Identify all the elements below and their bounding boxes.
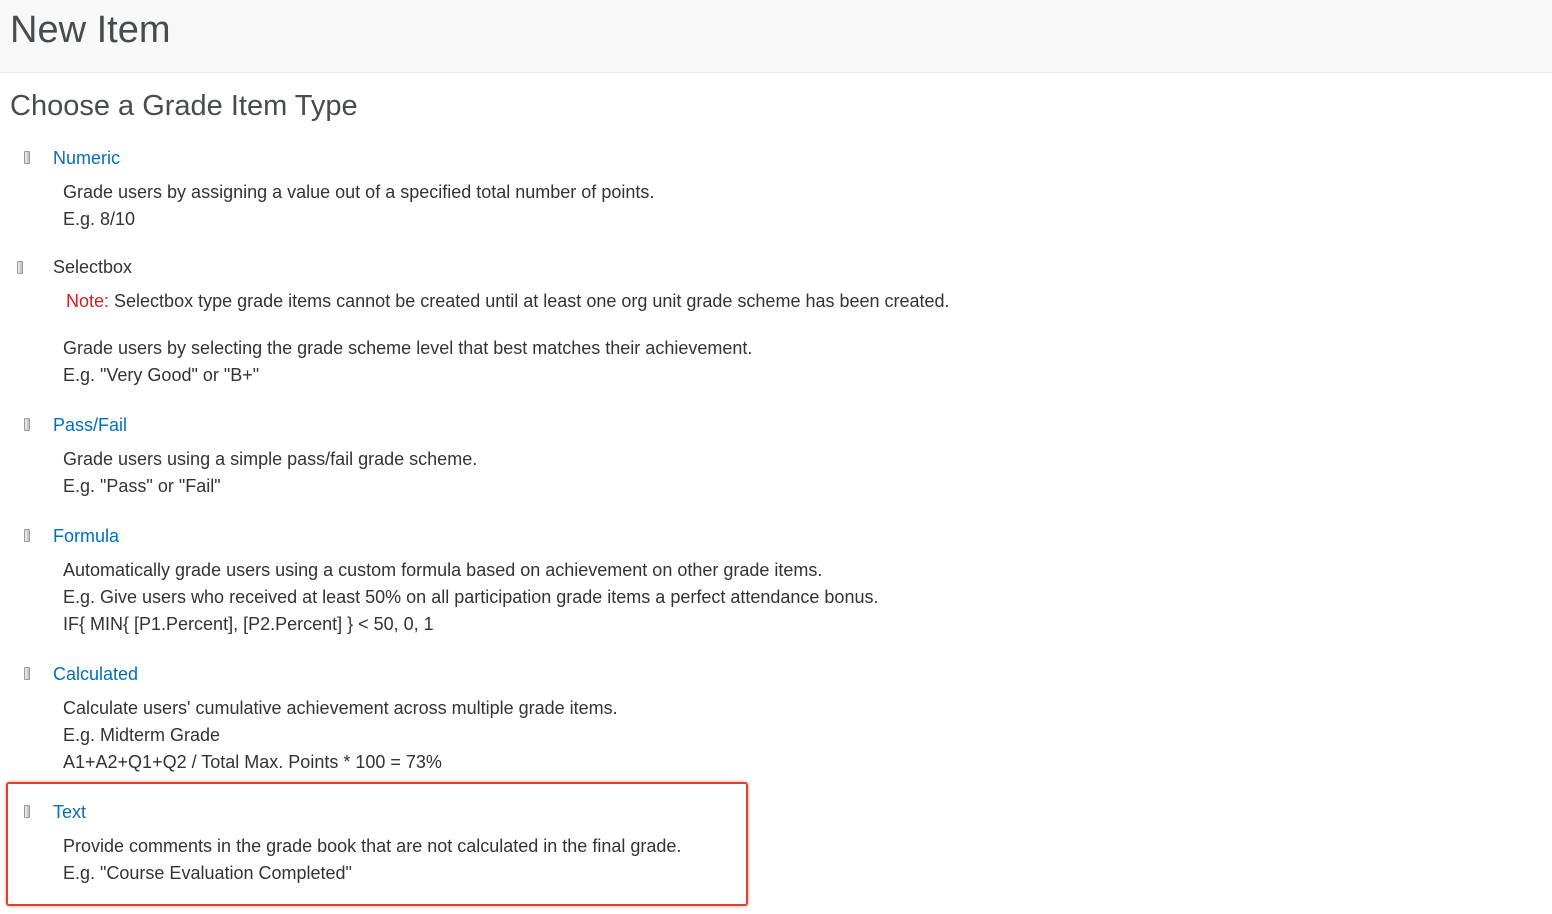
formula-line: IF{ MIN{ [P1.Percent], [P2.Percent] } < …	[63, 614, 434, 634]
page-title: New Item	[10, 9, 171, 51]
item-description: Calculate users' cumulative achievement …	[0, 695, 1200, 776]
item-head: Calculated	[0, 661, 1200, 687]
item-head: Selectbox	[0, 254, 1200, 280]
item-description: Grade users by selecting the grade schem…	[0, 335, 1200, 389]
description-line: Grade users by assigning a value out of …	[63, 182, 655, 202]
example-line: E.g. Give users who received at least 50…	[63, 587, 879, 607]
grade-item-type-icon	[24, 418, 30, 431]
grade-type-calculated: Calculated Calculate users' cumulative a…	[0, 661, 1200, 776]
item-description: Automatically grade users using a custom…	[0, 557, 1200, 638]
example-line: E.g. "Pass" or "Fail"	[63, 476, 221, 496]
formula-line: A1+A2+Q1+Q2 / Total Max. Points * 100 = …	[63, 752, 442, 772]
example-line: E.g. Midterm Grade	[63, 725, 221, 745]
description-line: Grade users by selecting the grade schem…	[63, 338, 753, 358]
selectbox-label: Selectbox	[53, 257, 133, 277]
section-title: Choose a Grade Item Type	[10, 90, 358, 122]
pass-fail-link[interactable]: Pass/Fail	[53, 412, 127, 438]
item-head: Numeric	[0, 145, 1200, 171]
description-line: Automatically grade users using a custom…	[63, 560, 823, 580]
grade-type-pass-fail: Pass/Fail Grade users using a simple pas…	[0, 412, 1200, 500]
text-item-highlight	[6, 782, 748, 906]
description-line: Calculate users' cumulative achievement …	[63, 698, 618, 718]
example-line: E.g. 8/10	[63, 209, 136, 229]
grade-item-type-icon	[24, 151, 30, 164]
grade-type-selectbox: Selectbox Note: Selectbox type grade ite…	[0, 254, 1200, 389]
selectbox-note: Note: Selectbox type grade items cannot …	[0, 288, 1200, 315]
note-text: Selectbox type grade items cannot be cre…	[109, 291, 950, 311]
grade-type-formula: Formula Automatically grade users using …	[0, 523, 1200, 638]
item-description: Grade users by assigning a value out of …	[0, 179, 1200, 233]
description-line: Grade users using a simple pass/fail gra…	[63, 449, 478, 469]
grade-item-type-icon	[24, 667, 30, 680]
page-header: New Item	[0, 0, 1552, 73]
grade-type-numeric: Numeric Grade users by assigning a value…	[0, 145, 1200, 233]
example-line: E.g. "Very Good" or "B+"	[63, 365, 260, 385]
item-head: Pass/Fail	[0, 412, 1200, 438]
item-description: Grade users using a simple pass/fail gra…	[0, 446, 1200, 500]
grade-item-type-icon	[17, 261, 23, 274]
formula-link[interactable]: Formula	[53, 523, 119, 549]
numeric-link[interactable]: Numeric	[53, 145, 120, 171]
note-label: Note:	[66, 291, 110, 311]
calculated-link[interactable]: Calculated	[53, 661, 138, 687]
grade-item-type-icon	[24, 529, 30, 542]
item-head: Formula	[0, 523, 1200, 549]
